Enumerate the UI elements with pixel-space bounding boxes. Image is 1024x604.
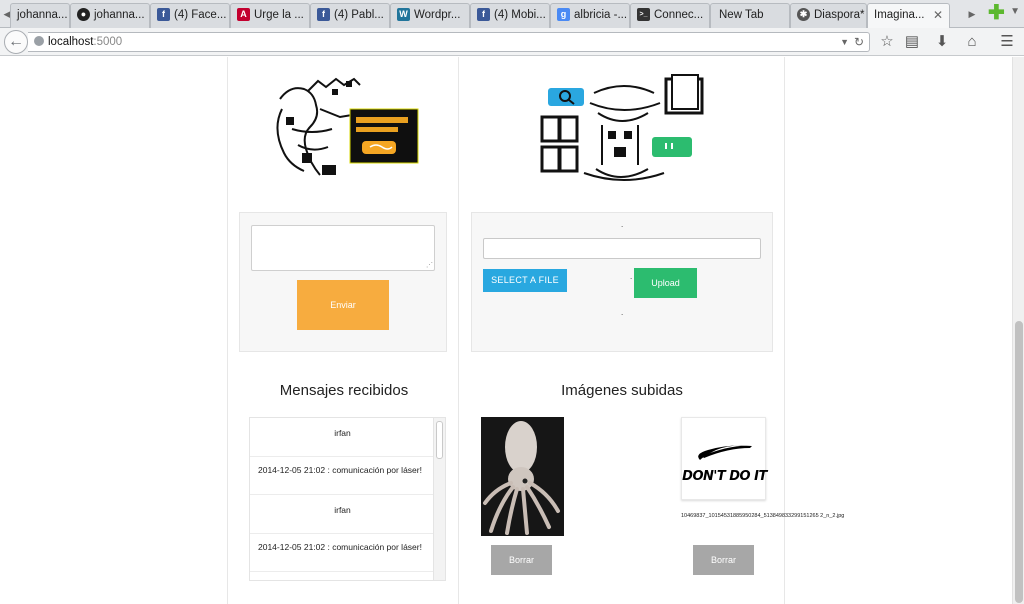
facebook-icon: f: [477, 8, 490, 22]
tab-label: (4) Face...: [174, 9, 227, 21]
url-port: :5000: [93, 36, 123, 48]
diaspora-icon: ✱: [797, 8, 810, 22]
github-icon: ●: [77, 8, 90, 22]
tab-label: johanna...: [94, 9, 145, 21]
message-text: 2014-12-05 21:02 : comunicación por láse…: [258, 542, 422, 552]
images-title: Imágenes subidas: [561, 382, 683, 399]
maya-gallery-illustration: [540, 74, 704, 181]
reload-icon[interactable]: ↻: [854, 33, 864, 51]
message-author: irfan: [334, 428, 351, 438]
tab-5[interactable]: W Wordpr...: [390, 3, 470, 28]
tab-label: (4) Mobi...: [494, 9, 546, 21]
tab-6[interactable]: f (4) Mobi...: [470, 3, 550, 28]
back-button-icon[interactable]: ←: [4, 30, 28, 54]
tab-1[interactable]: ● johanna...: [70, 3, 150, 28]
squid-photo: [481, 417, 564, 536]
nike-swoosh-logo: [698, 445, 752, 460]
page-scrollbar[interactable]: [1012, 57, 1024, 604]
tab-list-icon[interactable]: ▼: [1010, 6, 1020, 17]
list-item: irfan: [250, 495, 435, 534]
delete-image-button[interactable]: Borrar: [491, 545, 552, 575]
messages-scrollbar-thumb[interactable]: [436, 421, 443, 459]
uploaded-image-squid[interactable]: [481, 417, 564, 536]
home-icon[interactable]: ⌂: [963, 33, 981, 51]
messages-scrollbar[interactable]: [433, 418, 445, 580]
tab-label: New Tab: [719, 9, 764, 21]
tab-9[interactable]: New Tab: [710, 3, 790, 28]
maya-messenger-illustration: [276, 77, 419, 176]
tab-8[interactable]: >_ Connec...: [630, 3, 710, 28]
send-button[interactable]: Enviar: [297, 280, 389, 330]
tab-label: Urge la ...: [254, 9, 304, 21]
url-history-dropdown-icon[interactable]: ▼: [840, 33, 849, 51]
wordpress-icon: W: [397, 8, 410, 22]
tab-7[interactable]: g albricia -...: [550, 3, 630, 28]
tab-label: Connec...: [654, 9, 704, 21]
upload-button[interactable]: Upload: [634, 268, 697, 298]
downloads-icon[interactable]: ⬇: [933, 33, 951, 51]
file-name-input[interactable]: [483, 238, 761, 259]
column-divider: [227, 57, 228, 604]
resize-grip-icon[interactable]: ⋰: [426, 262, 433, 269]
tab-3[interactable]: A Urge la ...: [230, 3, 310, 28]
tab-10[interactable]: ✱ Diaspora*: [790, 3, 867, 28]
tab-active[interactable]: Imagina... ✕: [867, 3, 950, 29]
tab-strip: ◀ johanna... ● johanna... f (4) Face... AU…: [0, 0, 1024, 29]
bookmarks-menu-icon[interactable]: ▤: [903, 33, 921, 51]
status-dot: .: [630, 272, 633, 281]
messages-title: Mensajes recibidos: [279, 382, 409, 399]
tab-label: albricia -...: [574, 9, 628, 21]
page-scrollbar-thumb[interactable]: [1015, 321, 1023, 603]
list-item: 2014-12-05 21:02 : comunicación por láse…: [250, 457, 435, 495]
new-tab-icon[interactable]: ✚: [988, 3, 1005, 23]
tab-label: johanna...: [17, 9, 68, 21]
bookmark-star-icon[interactable]: ☆: [878, 33, 896, 51]
url-host: localhost: [48, 36, 94, 48]
terminal-icon: >_: [637, 8, 650, 22]
tab-2[interactable]: f (4) Face...: [150, 3, 230, 28]
facebook-icon: f: [157, 8, 170, 22]
tab-label: Imagina...: [874, 9, 925, 21]
close-tab-icon[interactable]: ✕: [933, 4, 943, 27]
status-dot: .: [621, 220, 624, 229]
angular-icon: A: [237, 8, 250, 22]
nike-logo-text: DON'T DO IT: [682, 469, 767, 484]
image-filename: 10469837_10154531885950284_5138498332991…: [681, 513, 845, 519]
column-divider: [458, 57, 459, 604]
url-bar[interactable]: localhost:5000 ▼ ↻: [28, 32, 870, 52]
uploaded-image-nike[interactable]: DON'T DO IT: [681, 417, 767, 500]
tab-label: (4) Pabl...: [334, 9, 384, 21]
delete-image-button[interactable]: Borrar: [693, 545, 754, 575]
status-dot: .: [621, 308, 624, 317]
list-item: 2014-12-05 21:02 : comunicación por láse…: [250, 534, 435, 572]
tab-label: Diaspora*: [814, 9, 865, 21]
google-icon: g: [557, 8, 570, 22]
page-content: ⋰ Enviar . SELECT A FILE . Upload . Mens…: [0, 57, 1024, 604]
select-file-button[interactable]: SELECT A FILE: [483, 269, 567, 292]
message-text: 2014-12-05 21:02 : comunicación por láse…: [258, 465, 422, 475]
tab-0[interactable]: johanna...: [10, 3, 70, 28]
tab-label: Wordpr...: [414, 9, 461, 21]
message-author: irfan: [334, 505, 351, 515]
tabs-scroll-right-icon[interactable]: ▶: [965, 0, 979, 28]
message-textarea[interactable]: ⋰: [251, 225, 435, 271]
list-item: irfan: [250, 418, 435, 457]
tab-4[interactable]: f (4) Pabl...: [310, 3, 390, 28]
facebook-icon: f: [317, 8, 330, 22]
menu-icon[interactable]: ☰: [998, 33, 1016, 51]
messages-list[interactable]: irfan 2014-12-05 21:02 : comunicación po…: [249, 417, 446, 581]
column-divider: [784, 57, 785, 604]
navigation-bar: ← localhost:5000 ▼ ↻ ☆ ▤ ⬇ ⌂ ☰: [0, 28, 1024, 56]
site-identity-icon[interactable]: [34, 36, 44, 46]
